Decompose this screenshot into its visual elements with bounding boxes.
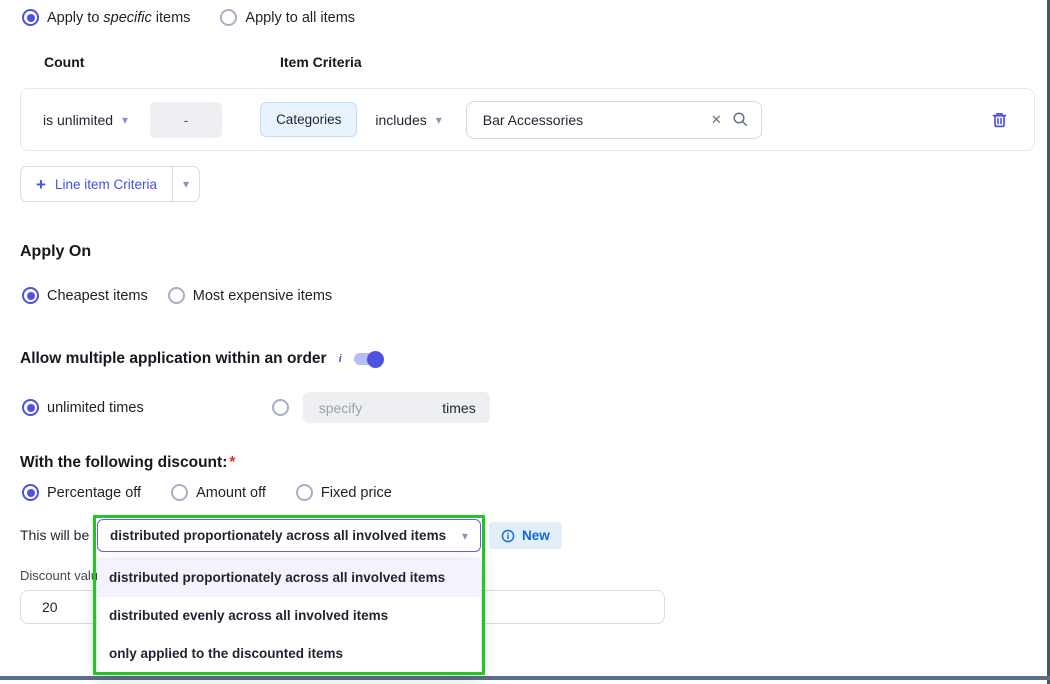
radio-label: Apply to specific items	[47, 10, 190, 26]
radio-unselected-icon[interactable]	[171, 484, 188, 501]
add-criteria-dropdown-toggle[interactable]: ▾	[172, 167, 199, 201]
add-line-item-criteria-split-button: + Line item Criteria ▾	[20, 166, 200, 202]
specify-times-field[interactable]: times	[303, 392, 490, 423]
add-line-item-criteria-button[interactable]: + Line item Criteria	[21, 167, 172, 201]
count-operator-dropdown[interactable]: is unlimited ▾	[43, 112, 128, 128]
radio-label: Fixed price	[321, 485, 392, 501]
add-line-item-criteria-label: Line item Criteria	[55, 177, 157, 192]
menu-option-distributed-proportionately[interactable]: distributed proportionately across all i…	[97, 559, 481, 597]
radio-label: Most expensive items	[193, 288, 332, 304]
radio-unselected-icon[interactable]	[272, 399, 289, 416]
match-operator-dropdown[interactable]: includes ▾	[375, 112, 441, 128]
discount-config-page: Apply to specific items Apply to all ite…	[0, 0, 1050, 684]
radio-unselected-icon[interactable]	[168, 287, 185, 304]
info-circle-icon	[501, 529, 515, 543]
radio-selected-icon[interactable]	[22, 287, 39, 304]
radio-apply-specific-items[interactable]: Apply to specific items	[22, 9, 190, 26]
apply-on-title: Apply On	[20, 243, 91, 261]
multiple-application-header: Allow multiple application within an ord…	[20, 350, 382, 368]
radio-label: Apply to all items	[245, 10, 355, 26]
search-icon[interactable]	[732, 111, 749, 128]
discount-title: With the following discount:*	[20, 454, 235, 472]
radio-label: Percentage off	[47, 485, 141, 501]
radio-label: unlimited times	[47, 400, 144, 416]
menu-option-only-discounted[interactable]: only applied to the discounted items	[97, 634, 481, 672]
count-operator-value: is unlimited	[43, 112, 113, 128]
count-value-field: -	[150, 102, 222, 138]
radio-label: Cheapest items	[47, 288, 148, 304]
chevron-down-icon: ▾	[436, 114, 442, 126]
discount-value-label: Discount value	[20, 568, 105, 583]
match-operator-value: includes	[375, 112, 426, 128]
distribution-selected-value: distributed proportionately across all i…	[110, 528, 462, 543]
menu-option-distributed-evenly[interactable]: distributed evenly across all involved i…	[97, 597, 481, 635]
trash-icon	[991, 111, 1008, 129]
radio-amount-off[interactable]: Amount off	[171, 484, 266, 501]
distribution-prefix-label: This will be	[20, 527, 89, 543]
new-badge-label: New	[522, 528, 550, 543]
radio-label: Amount off	[196, 485, 266, 501]
clear-icon[interactable]: ✕	[711, 112, 722, 128]
radio-selected-icon[interactable]	[22, 9, 39, 26]
line-item-criteria-row: is unlimited ▾ - Categories includes ▾ ✕	[20, 88, 1035, 151]
apply-on-group: Cheapest items Most expensive items	[22, 287, 332, 304]
category-search-field[interactable]: ✕	[466, 101, 762, 139]
times-suffix-label: times	[442, 400, 475, 416]
radio-most-expensive-items[interactable]: Most expensive items	[168, 287, 332, 304]
chevron-down-icon: ▾	[122, 114, 128, 126]
discount-type-group: Percentage off Amount off Fixed price	[22, 484, 392, 501]
distribution-dropdown-menu: distributed proportionately across all i…	[97, 559, 481, 672]
radio-unselected-icon[interactable]	[296, 484, 313, 501]
specify-times-input[interactable]	[317, 399, 443, 417]
radio-selected-icon[interactable]	[22, 399, 39, 416]
chevron-down-icon: ▾	[183, 178, 189, 190]
delete-criteria-button[interactable]	[989, 109, 1010, 131]
distribution-select[interactable]: distributed proportionately across all i…	[97, 519, 481, 552]
radio-apply-all-items[interactable]: Apply to all items	[220, 9, 355, 26]
toggle-knob	[367, 351, 384, 368]
apply-scope-group: Apply to specific items Apply to all ite…	[22, 9, 355, 26]
multiple-application-title: Allow multiple application within an ord…	[20, 350, 327, 368]
radio-fixed-price[interactable]: Fixed price	[296, 484, 392, 501]
chevron-down-icon: ▾	[462, 530, 468, 542]
count-column-header: Count	[44, 54, 84, 70]
plus-icon: +	[36, 176, 46, 193]
radio-specify-times[interactable]: times	[272, 392, 490, 423]
radio-unselected-icon[interactable]	[220, 9, 237, 26]
required-asterisk: *	[229, 454, 235, 471]
radio-unlimited-times[interactable]: unlimited times	[22, 399, 144, 416]
times-group: unlimited times times	[22, 392, 490, 423]
multiple-application-toggle[interactable]	[354, 353, 382, 365]
radio-percentage-off[interactable]: Percentage off	[22, 484, 141, 501]
radio-selected-icon[interactable]	[22, 484, 39, 501]
info-icon: i	[339, 353, 342, 365]
criteria-type-chip[interactable]: Categories	[260, 102, 357, 137]
window-bottom-edge	[0, 676, 1050, 680]
category-search-input[interactable]	[471, 112, 707, 128]
item-criteria-column-header: Item Criteria	[280, 54, 362, 70]
new-feature-badge[interactable]: New	[489, 522, 562, 549]
radio-cheapest-items[interactable]: Cheapest items	[22, 287, 148, 304]
